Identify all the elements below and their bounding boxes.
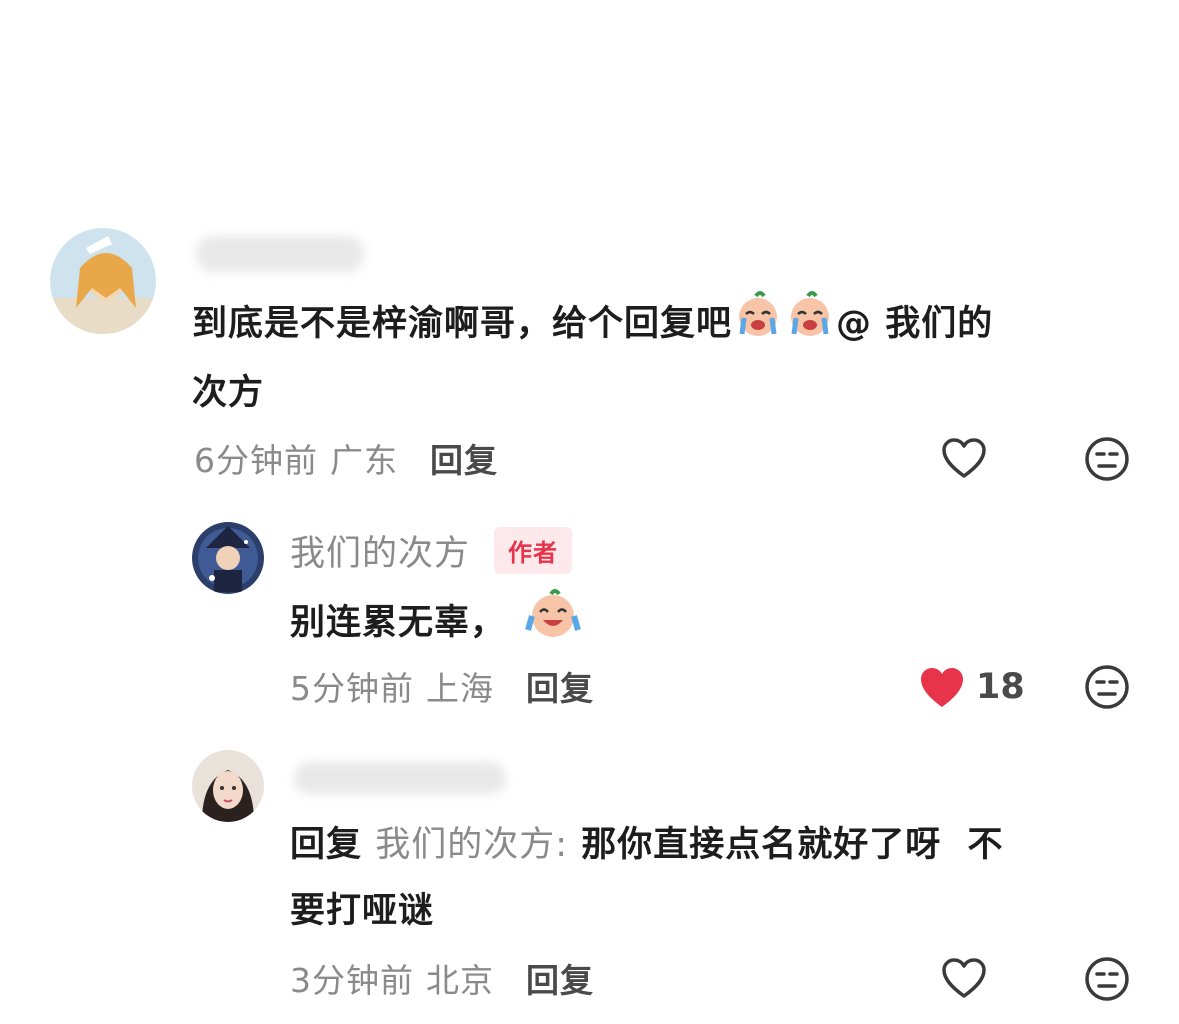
comment-meta: 5分钟前 上海 回复 (290, 664, 594, 708)
like-button[interactable]: 18 (918, 664, 1025, 710)
comment-location: 北京 (426, 961, 494, 1000)
like-button[interactable] (940, 436, 988, 480)
avatar[interactable] (192, 522, 264, 594)
author-badge: 作者 (494, 526, 573, 574)
crying-emoji (732, 290, 784, 360)
dislike-face-icon (1085, 437, 1129, 481)
avatar[interactable] (50, 228, 156, 334)
reply-prefix: 回复 (290, 825, 363, 865)
dislike-face-icon (1085, 665, 1129, 709)
comment-time: 3分钟前 (290, 961, 414, 1000)
comment-time: 5分钟前 (290, 669, 414, 708)
reply-to-user[interactable]: 我们的次方: (375, 825, 568, 865)
comment-text-main: 到底是不是梓渝啊哥，给个回复吧 (192, 304, 733, 344)
comment-location: 广东 (330, 441, 398, 480)
comment-text-main: 别连累无辜， (290, 603, 507, 643)
comment-2: 我们的次方 作者 别连累无辜， 5分钟前 上海 回复 18 (0, 500, 1179, 730)
comment-location: 上海 (426, 669, 494, 708)
username-blurred[interactable] (294, 762, 506, 794)
comment-1: 到底是不是梓渝啊哥，给个回复吧 @ 我们的 次方 6分钟前 广东 回复 (0, 0, 1179, 500)
comment-time: 6分钟前 (194, 441, 318, 480)
comment-text: 别连累无辜， (290, 586, 582, 662)
dislike-button[interactable] (1084, 664, 1130, 710)
username[interactable]: 我们的次方 (290, 525, 470, 576)
comment-3: 回复 我们的次方: 那你直接点名就好了呀 不 要打哑谜 3分钟前 北京 回复 (0, 730, 1179, 1024)
comment-text-main: 那你直接点名就好了呀 不 (581, 825, 1004, 865)
dislike-button[interactable] (1084, 436, 1130, 482)
like-count: 18 (976, 667, 1025, 707)
mention-link[interactable]: @ 我们的 (836, 304, 993, 344)
comment-text: 回复 我们的次方: 那你直接点名就好了呀 不 要打哑谜 (290, 812, 1130, 944)
dislike-face-icon (1085, 957, 1129, 1001)
reply-button[interactable]: 回复 (526, 954, 594, 1002)
dislike-button[interactable] (1084, 956, 1130, 1002)
heart-outline-icon (942, 958, 986, 998)
comment-text-line2: 次方 (192, 373, 265, 413)
comment-text-line2: 要打哑谜 (290, 891, 435, 931)
crying-emoji (784, 290, 836, 360)
reply-button[interactable]: 回复 (430, 434, 498, 482)
heart-outline-icon (942, 438, 986, 478)
comment-text: 到底是不是梓渝啊哥，给个回复吧 @ 我们的 次方 (192, 290, 1132, 426)
username-blurred[interactable] (196, 236, 364, 272)
reply-button[interactable]: 回复 (526, 662, 594, 710)
avatar[interactable] (192, 750, 264, 822)
laugh-cry-emoji (524, 586, 582, 662)
comment-header: 我们的次方 作者 (290, 526, 573, 574)
like-button[interactable] (940, 956, 988, 1000)
comment-meta: 6分钟前 广东 回复 (194, 436, 498, 480)
comment-meta: 3分钟前 北京 回复 (290, 956, 594, 1000)
heart-filled-icon (921, 668, 963, 707)
